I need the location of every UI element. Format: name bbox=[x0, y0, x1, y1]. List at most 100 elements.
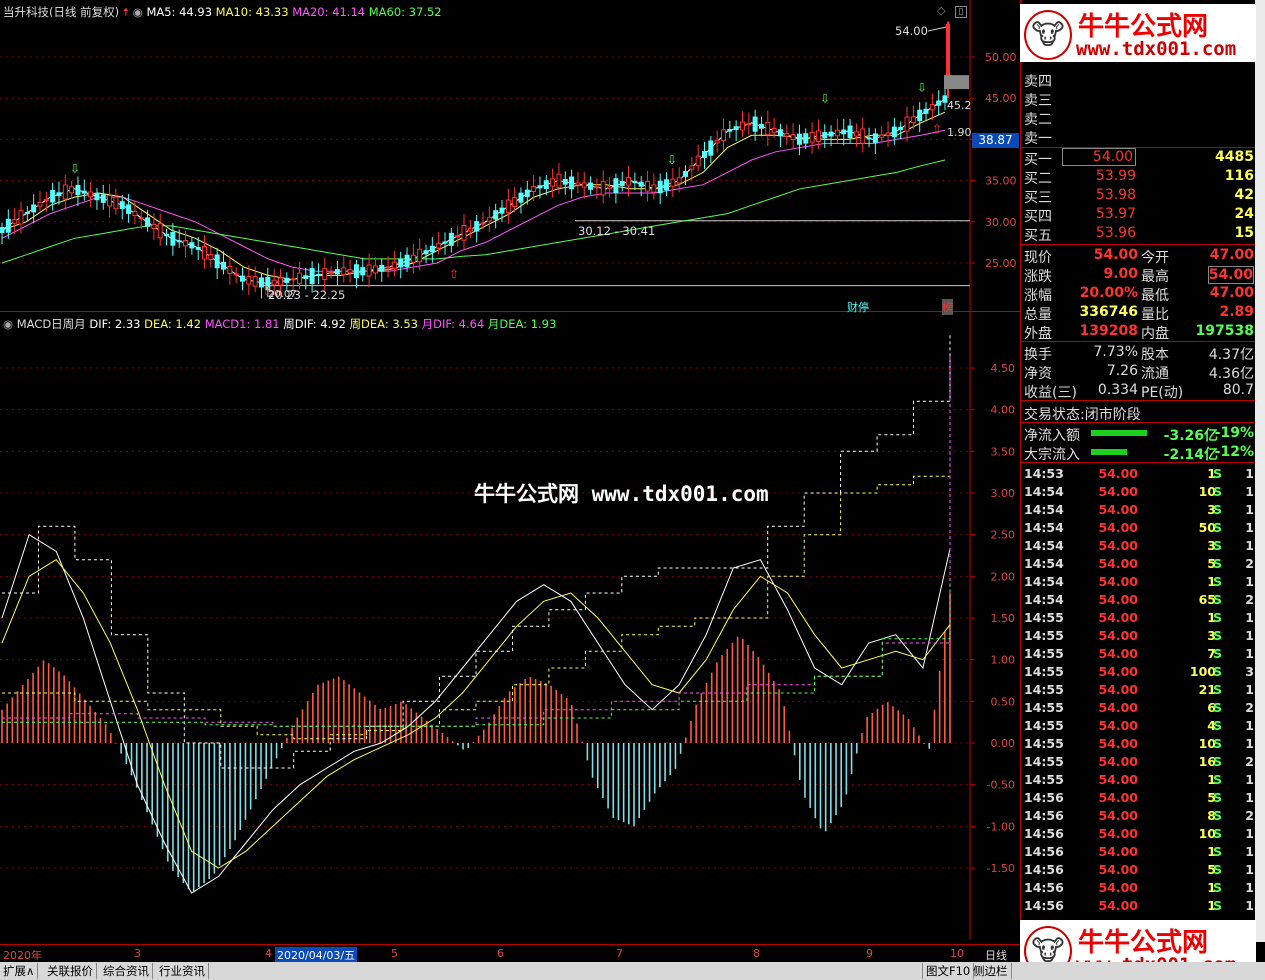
annotation-leader bbox=[927, 26, 947, 32]
candle-body bbox=[12, 219, 18, 224]
stat-row: 涨幅 20.00% 最低 47.00 bbox=[1021, 284, 1256, 304]
tick-count: 2 bbox=[1245, 808, 1254, 823]
tick-side: S bbox=[1213, 646, 1223, 661]
y-tick-label: -1.50 bbox=[987, 862, 1015, 875]
tick-row: 14:55 54.00 21 S 1 bbox=[1021, 681, 1256, 699]
tick-time: 14:54 bbox=[1024, 592, 1064, 607]
side-scrollbar[interactable] bbox=[1255, 0, 1265, 942]
date-label: 8 bbox=[753, 947, 760, 960]
info-value: 4.36亿 bbox=[1208, 366, 1254, 382]
settings-icon[interactable]: ◉ bbox=[3, 317, 13, 331]
candle-body bbox=[328, 272, 334, 275]
flow-label: 净流入额 bbox=[1024, 428, 1080, 444]
tick-count: 1 bbox=[1245, 880, 1254, 895]
wdea-label: 周DEA: 3.53 bbox=[349, 317, 418, 331]
candle-body bbox=[746, 123, 752, 126]
sell-arrow-icon: ⇩ bbox=[917, 81, 927, 95]
stat-value: 2.89 bbox=[1219, 304, 1254, 320]
candle-body bbox=[758, 123, 764, 129]
sell-label: 卖三 bbox=[1024, 93, 1052, 109]
tab-industry-news[interactable]: 行业资讯 bbox=[156, 963, 209, 979]
candle-body bbox=[809, 131, 815, 143]
candle-body bbox=[467, 227, 473, 232]
candle-body bbox=[455, 235, 461, 238]
candle-body bbox=[720, 129, 726, 141]
tick-price: 54.00 bbox=[1098, 826, 1138, 841]
tick-price: 54.00 bbox=[1098, 592, 1138, 607]
y-tick-label: 1.00 bbox=[991, 654, 1016, 667]
y-tick-label: 45.00 bbox=[985, 92, 1017, 105]
tick-row: 14:53 54.00 1 S 1 bbox=[1021, 465, 1256, 483]
tab-f10[interactable]: 图文F10 bbox=[922, 963, 975, 979]
candle-body bbox=[50, 190, 56, 203]
macd-title[interactable]: MACD日周月 bbox=[17, 317, 86, 331]
candle-body bbox=[683, 171, 689, 177]
date-label: 10 bbox=[950, 947, 964, 960]
flow-value: -3.26亿 bbox=[1163, 428, 1218, 444]
divider bbox=[1021, 462, 1256, 463]
buy-row: 买二 53.99 116 bbox=[1021, 167, 1256, 187]
candle-body bbox=[284, 277, 290, 283]
tick-row: 14:56 54.00 5 S 1 bbox=[1021, 789, 1256, 807]
tab-general-news[interactable]: 综合资讯 bbox=[100, 963, 153, 979]
macd-chart[interactable]: 4.50 4.00 3.50 3.00 2.50 2.00 1.50 1.00 0.50 0.00… bbox=[0, 312, 1020, 940]
ma60-label: MA60: 37.52 bbox=[368, 5, 442, 19]
tab-sidebar[interactable]: 侧边栏 bbox=[970, 963, 1012, 979]
candle-body bbox=[360, 267, 366, 276]
stock-title[interactable]: 当升科技(日线 前复权) bbox=[3, 5, 119, 19]
tick-count: 1 bbox=[1245, 538, 1254, 553]
settings-icon[interactable]: ◉ bbox=[133, 5, 143, 19]
tick-count: 1 bbox=[1245, 682, 1254, 697]
candle-body bbox=[946, 24, 950, 82]
tick-price: 54.00 bbox=[1098, 520, 1138, 535]
buy-arrow-icon: ⇧ bbox=[449, 267, 459, 281]
sell-arrow-icon: ⇩ bbox=[70, 161, 80, 175]
candle-body bbox=[891, 126, 897, 138]
candle-body bbox=[796, 133, 802, 145]
candle-body bbox=[588, 182, 594, 190]
cow-logo-icon: 🐮 bbox=[1024, 10, 1072, 60]
monthly-dif-line bbox=[2, 356, 951, 727]
candle-body bbox=[423, 250, 429, 255]
sell-label: 卖四 bbox=[1024, 74, 1052, 90]
tick-count: 1 bbox=[1245, 466, 1254, 481]
stat-value: 197538 bbox=[1195, 323, 1254, 339]
info-value: 0.334 bbox=[1097, 382, 1138, 398]
kline-chart[interactable]: 50.0045.0040.0035.0030.0025.00⇩⇩⇩⇩⇧⇧⇧ bbox=[0, 0, 1020, 312]
tick-row: 14:55 54.00 3 S 1 bbox=[1021, 627, 1256, 645]
tick-row: 14:54 54.00 3 S 1 bbox=[1021, 501, 1256, 519]
candle-body bbox=[727, 129, 733, 132]
candle-body bbox=[872, 133, 878, 144]
period-label[interactable]: 日线 bbox=[985, 947, 1007, 963]
tick-count: 2 bbox=[1245, 754, 1254, 769]
candle-body bbox=[277, 277, 283, 286]
date-label: 5 bbox=[391, 947, 398, 960]
y-tick-label: 3.50 bbox=[991, 445, 1016, 458]
tab-expand[interactable]: 扩展∧ bbox=[0, 963, 39, 979]
tick-row: 14:54 54.00 50 S 1 bbox=[1021, 519, 1256, 537]
high-label: 54.00 bbox=[895, 24, 928, 38]
tick-side: S bbox=[1213, 682, 1223, 697]
candle-body bbox=[448, 232, 454, 246]
candle-body bbox=[113, 196, 119, 210]
stat-row: 外盘 139208 内盘 197538 bbox=[1021, 322, 1256, 342]
candle-body bbox=[303, 275, 309, 280]
date-label: 3 bbox=[134, 947, 141, 960]
buy-volume: 24 bbox=[1234, 206, 1254, 222]
candle-body bbox=[221, 261, 227, 270]
tick-count: 1 bbox=[1245, 646, 1254, 661]
ma-line-ma20 bbox=[1, 129, 946, 272]
candle-body bbox=[841, 129, 847, 135]
diamond-icon[interactable]: ◇ bbox=[937, 4, 945, 17]
y-tick-label: 0.00 bbox=[991, 737, 1016, 750]
y-tick-label: 0.50 bbox=[991, 695, 1016, 708]
tick-time: 14:56 bbox=[1024, 880, 1064, 895]
tab-related-quotes[interactable]: 关联报价 bbox=[44, 963, 97, 979]
stat-label: 外盘 bbox=[1024, 326, 1052, 342]
tick-time: 14:54 bbox=[1024, 520, 1064, 535]
sell-arrow-icon: ⇩ bbox=[667, 153, 677, 167]
candle-body bbox=[56, 192, 62, 197]
sell-row: 卖一 bbox=[1021, 127, 1256, 147]
candle-body bbox=[613, 178, 619, 194]
collapse-icon[interactable]: ▯ bbox=[955, 6, 967, 18]
